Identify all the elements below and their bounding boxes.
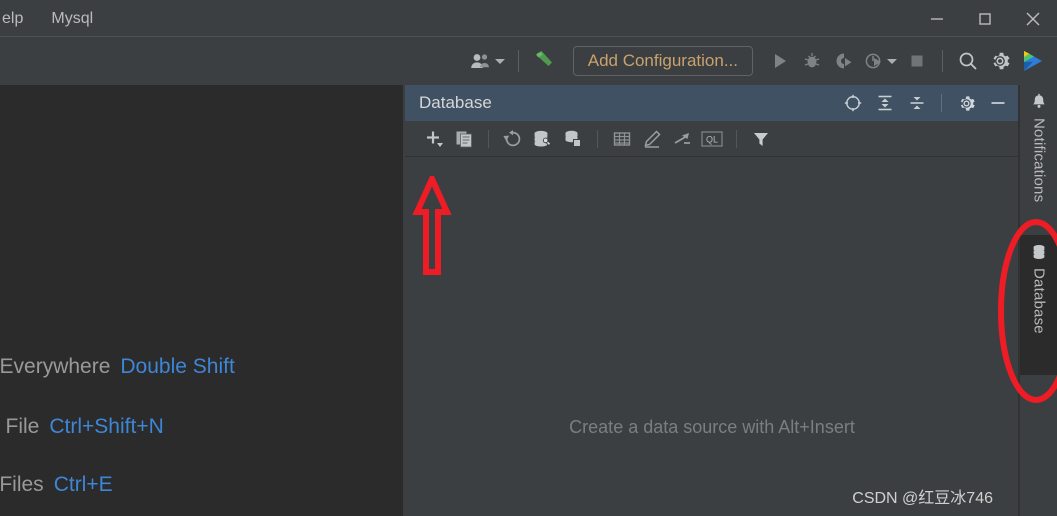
jump-to-editor-icon[interactable] [667, 124, 697, 154]
chevron-down-icon [494, 58, 505, 64]
window-controls [913, 0, 1057, 37]
ide-logo-icon[interactable] [1017, 44, 1049, 78]
database-toolbar: QL [405, 121, 1019, 157]
gear-icon[interactable] [951, 88, 981, 118]
watermark: CSDN @红豆冰746 [852, 490, 993, 507]
database-object-icon[interactable] [558, 124, 588, 154]
chevron-down-icon [887, 58, 897, 64]
query-console-icon[interactable]: QL [697, 124, 727, 154]
menu-item-help[interactable]: elp [0, 0, 37, 37]
close-icon[interactable] [1009, 0, 1057, 37]
db-separator-1 [488, 129, 489, 148]
toolbar-separator-2 [942, 50, 943, 72]
menu-item-mysql[interactable]: Mysql [37, 0, 107, 37]
stop-icon[interactable] [902, 44, 932, 78]
sidebar-item-label: Notifications [1030, 118, 1048, 203]
right-tool-stripe: Notifications Database [1019, 85, 1057, 516]
shortcut-label: File [0, 415, 40, 438]
toolbar-separator-1 [517, 50, 519, 72]
empty-state-text: Create a data source with Alt+Insert [569, 417, 855, 437]
editor-welcome-area: h EverywhereDouble Shift » FileCtrl+Shif… [0, 85, 403, 516]
database-tool-window-title: Database [419, 93, 492, 112]
refresh-icon[interactable] [498, 124, 528, 154]
data-source-properties-icon[interactable] [528, 124, 558, 154]
sidebar-item-database[interactable]: Database [1020, 235, 1057, 375]
hide-icon[interactable] [983, 88, 1013, 118]
shortcut-label: h Everywhere [0, 355, 111, 378]
header-separator [941, 94, 942, 112]
database-header-actions [838, 85, 1013, 121]
expand-all-icon[interactable] [870, 88, 900, 118]
shortcut-key: Ctrl+Shift+N [49, 415, 164, 438]
shortcut-key: Double Shift [120, 355, 235, 378]
add-configuration-button[interactable]: Add Configuration... [572, 46, 753, 76]
title-bar: elp Mysql [0, 0, 1057, 37]
user-icon[interactable] [467, 44, 508, 78]
profile-icon[interactable] [861, 44, 900, 78]
database-empty-state[interactable]: Create a data source with Alt+Insert [405, 157, 1019, 516]
scroll-from-source-icon[interactable] [838, 88, 868, 118]
filter-icon[interactable] [746, 124, 776, 154]
debug-bug-icon[interactable] [797, 44, 827, 78]
bell-notifications-icon [1030, 93, 1048, 111]
shortcut-go-to-file: » FileCtrl+Shift+N [0, 415, 164, 439]
add-plus-icon[interactable] [419, 124, 449, 154]
table-grid-icon[interactable] [607, 124, 637, 154]
edit-pencil-icon[interactable] [637, 124, 667, 154]
shortcut-label: nt Files [0, 473, 44, 496]
duplicate-icon[interactable] [449, 124, 479, 154]
run-icon[interactable] [765, 44, 795, 78]
sidebar-item-label: Database [1030, 268, 1048, 334]
menu-bar: elp Mysql [0, 0, 107, 37]
sidebar-item-notifications[interactable]: Notifications [1020, 85, 1057, 235]
database-icon [1030, 243, 1048, 261]
shortcut-search-everywhere: h Everywhere Double Shift [0, 355, 235, 379]
db-separator-2 [597, 129, 598, 148]
shortcut-recent-files: nt Files Ctrl+E [0, 473, 113, 497]
toolbar-actions: Add Configuration... [467, 37, 1049, 85]
run-with-coverage-icon[interactable] [829, 44, 859, 78]
search-icon[interactable] [953, 44, 983, 78]
shortcut-key: Ctrl+E [53, 473, 113, 496]
hammer-build-icon[interactable] [529, 44, 561, 78]
main-toolbar: Add Configuration... [0, 37, 1057, 85]
db-separator-3 [736, 129, 737, 148]
minimize-icon[interactable] [913, 0, 961, 37]
collapse-all-icon[interactable] [902, 88, 932, 118]
ide-window: elp Mysql Add Configuration... Everywher… [0, 0, 1057, 516]
maximize-icon[interactable] [961, 0, 1009, 37]
svg-text:QL: QL [706, 134, 718, 144]
gear-icon[interactable] [985, 44, 1015, 78]
database-tool-window-header: Database [405, 85, 1019, 121]
database-tool-window: Database QL Create a data source with Al… [405, 85, 1019, 516]
